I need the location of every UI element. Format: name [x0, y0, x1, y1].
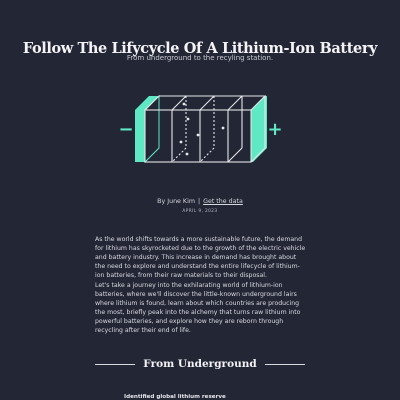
- publish-date: APRIL 9, 2023: [182, 209, 218, 214]
- article-subtitle: From underground to the recyling station…: [126, 54, 274, 62]
- battery-illustration: − +: [118, 94, 283, 164]
- intro-paragraph: As the world shifts towards a more susta…: [95, 236, 306, 279]
- journey-paragraph: Let's take a journey into the exhilarati…: [95, 282, 301, 334]
- plus-icon: +: [267, 119, 282, 140]
- section-divider-right: [264, 363, 305, 365]
- author-name: By June Kim: [157, 198, 195, 205]
- section-heading: From Underground: [143, 358, 257, 370]
- get-data-link[interactable]: Get the data: [203, 198, 243, 205]
- minus-icon: −: [118, 119, 133, 140]
- battery-cell-outline: [144, 95, 267, 163]
- byline-separator: |: [197, 198, 201, 205]
- reserve-chart-title: Identified global lithium reserve: [124, 394, 226, 400]
- byline: By June Kim | Get the data: [0, 198, 400, 205]
- section-divider-left: [95, 363, 136, 365]
- section-header: From Underground: [95, 358, 305, 370]
